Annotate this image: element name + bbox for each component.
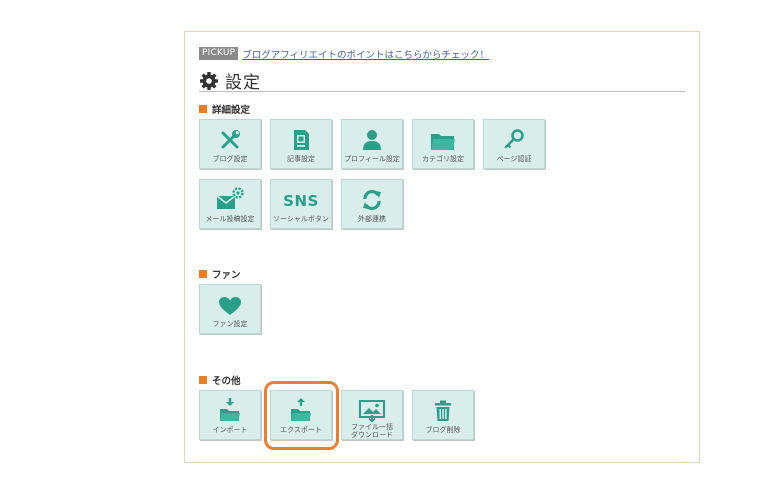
- section-marker: [199, 376, 207, 384]
- tile-label: カテゴリ設定: [422, 155, 464, 163]
- download-image-icon: [359, 400, 385, 422]
- document-icon: [294, 130, 309, 150]
- section-heading-other: その他: [199, 373, 241, 387]
- folder-icon: [431, 134, 455, 150]
- sns-icon: SNS: [283, 192, 319, 210]
- tile-label-line1: ファイル一括: [351, 423, 393, 431]
- section-marker: [199, 105, 207, 113]
- section-heading-detail: 詳細設定: [199, 102, 250, 116]
- gear-icon: [200, 71, 218, 90]
- external-link-button[interactable]: 外部連携: [341, 179, 403, 229]
- tile-label: 外部連携: [358, 215, 386, 223]
- delete-blog-button[interactable]: ブログ削除: [412, 390, 474, 440]
- pickup-banner: PICKUP ブログアフィリエイトのポイントはこちらからチェック！: [199, 47, 489, 61]
- bulk-file-download-button[interactable]: ファイル一括 ダウンロード: [341, 390, 403, 440]
- tile-label: プロフィール設定: [344, 155, 400, 163]
- export-highlight-outline: [264, 381, 339, 450]
- blog-settings-button[interactable]: ブログ設定: [199, 119, 261, 169]
- tile-label: メール投稿設定: [205, 215, 255, 223]
- page-auth-button[interactable]: ページ認証: [483, 119, 545, 169]
- social-button-settings-button[interactable]: SNS ソーシャルボタン: [270, 179, 332, 229]
- page-header: 設定: [199, 68, 261, 93]
- tile-label: ファン設定: [212, 320, 248, 328]
- article-settings-button[interactable]: 記事設定: [270, 119, 332, 169]
- user-icon: [363, 130, 381, 150]
- tile-label: ブログ設定: [212, 155, 248, 163]
- tile-label: ページ認証: [496, 155, 532, 163]
- settings-panel: PICKUP ブログアフィリエイトのポイントはこちらからチェック！ 設定 詳細設…: [184, 31, 700, 463]
- section-heading-text: その他: [212, 376, 241, 387]
- pickup-badge: PICKUP: [199, 47, 239, 60]
- page-title: 設定: [225, 73, 261, 93]
- fan-settings-button[interactable]: ファン設定: [199, 284, 261, 334]
- trash-icon: [435, 400, 451, 421]
- tile-label-line2: ダウンロード: [351, 431, 393, 439]
- title-divider: [199, 91, 685, 92]
- import-button[interactable]: インポート: [199, 390, 261, 440]
- heart-icon: [219, 297, 241, 315]
- tile-label: 記事設定: [287, 155, 315, 163]
- tile-label: インポート: [212, 426, 248, 434]
- key-icon: [504, 129, 524, 149]
- profile-settings-button[interactable]: プロフィール設定: [341, 119, 403, 169]
- section-marker: [199, 270, 207, 278]
- section-heading-text: 詳細設定: [212, 105, 251, 116]
- tile-label: ソーシャルボタン: [273, 215, 329, 223]
- section-heading-fan: ファン: [199, 267, 241, 281]
- category-settings-button[interactable]: カテゴリ設定: [412, 119, 474, 169]
- tools-icon: [221, 130, 240, 149]
- mail-post-settings-button[interactable]: メール投稿設定: [199, 179, 261, 229]
- section-heading-text: ファン: [212, 270, 241, 281]
- sync-icon: [363, 190, 381, 210]
- folder-import-icon: [220, 398, 240, 421]
- pickup-link[interactable]: ブログアフィリエイトのポイントはこちらからチェック！: [242, 47, 489, 61]
- tile-label: ブログ削除: [425, 426, 461, 434]
- mail-gear-icon: [216, 187, 244, 209]
